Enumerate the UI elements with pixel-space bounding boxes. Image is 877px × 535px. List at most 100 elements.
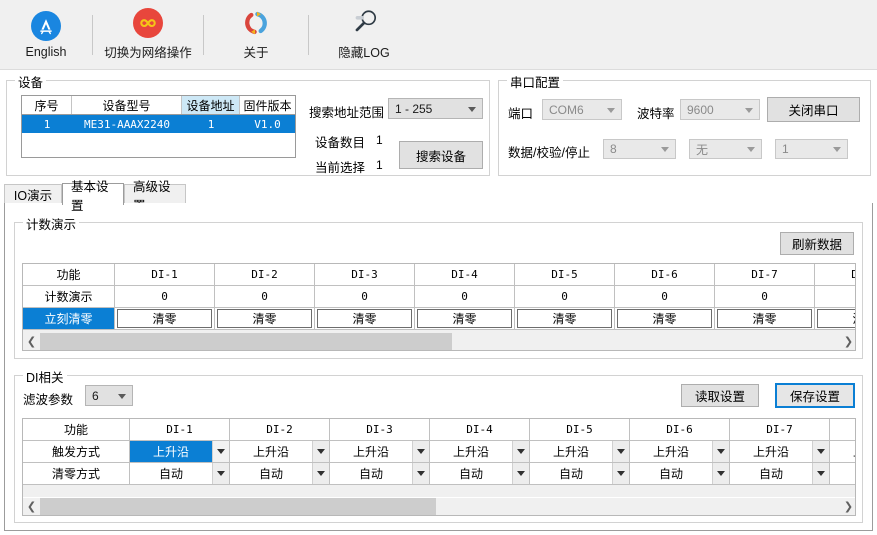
filter-param-combo[interactable]: 6 xyxy=(85,385,133,406)
clear-cell-di-2[interactable]: 清零 xyxy=(215,308,315,330)
counter-row-label-clear[interactable]: 立刻清零 xyxy=(23,308,115,330)
trigger-cell-di-1[interactable]: 上升沿 xyxy=(130,441,230,463)
trigger-combo-di-1[interactable]: 上升沿 xyxy=(130,441,229,462)
clear-cell-di-6[interactable]: 清零 xyxy=(615,308,715,330)
tab-basic-settings[interactable]: 基本设置 xyxy=(62,180,124,213)
search-device-button[interactable]: 搜索设备 xyxy=(399,141,483,169)
refresh-data-button[interactable]: 刷新数据 xyxy=(780,232,854,255)
chevron-down-icon[interactable] xyxy=(612,441,629,462)
chevron-down-icon[interactable] xyxy=(612,463,629,484)
chevron-right-icon[interactable]: ❯ xyxy=(840,333,855,350)
trigger-cell-di-8[interactable]: 上升沿 xyxy=(830,441,855,463)
clearmode-combo-di-5[interactable]: 自动 xyxy=(530,463,629,484)
device-column-model[interactable]: 设备型号 xyxy=(72,96,182,114)
device-column-address[interactable]: 设备地址 xyxy=(182,96,240,114)
clear-cell-di-4[interactable]: 清零 xyxy=(415,308,515,330)
clearmode-combo-di-3[interactable]: 自动 xyxy=(330,463,429,484)
trigger-combo-di-7[interactable]: 上升沿 xyxy=(730,441,829,462)
clearmode-cell-di-3[interactable]: 自动 xyxy=(330,463,430,485)
clearmode-cell-di-8[interactable]: 自动 xyxy=(830,463,855,485)
trigger-cell-di-3[interactable]: 上升沿 xyxy=(330,441,430,463)
toolbar-button-switch-network[interactable]: 切换为网络操作 xyxy=(93,3,203,67)
clear-cell-di-7[interactable]: 清零 xyxy=(715,308,815,330)
chevron-down-icon[interactable] xyxy=(812,441,829,462)
chevron-down-icon[interactable] xyxy=(512,441,529,462)
clearmode-combo-di-4[interactable]: 自动 xyxy=(430,463,529,484)
clear-button-di-3[interactable]: 清零 xyxy=(317,309,412,328)
tab-io-demo[interactable]: IO演示 xyxy=(4,184,62,204)
clearmode-cell-di-7[interactable]: 自动 xyxy=(730,463,830,485)
chevron-down-icon[interactable] xyxy=(312,441,329,462)
device-column-seq[interactable]: 序号 xyxy=(22,96,72,114)
clearmode-cell-di-4[interactable]: 自动 xyxy=(430,463,530,485)
search-range-combo[interactable]: 1 - 255 xyxy=(388,98,483,119)
trigger-combo-di-6[interactable]: 上升沿 xyxy=(630,441,729,462)
device-column-firmware[interactable]: 固件版本 xyxy=(240,96,295,114)
trigger-cell-di-5[interactable]: 上升沿 xyxy=(530,441,630,463)
clear-cell-di-1[interactable]: 清零 xyxy=(115,308,215,330)
counter-scroll-track[interactable] xyxy=(40,333,840,350)
clearmode-combo-di-8[interactable]: 自动 xyxy=(830,463,855,484)
chevron-down-icon[interactable] xyxy=(412,463,429,484)
save-settings-button[interactable]: 保存设置 xyxy=(775,383,855,408)
read-settings-button[interactable]: 读取设置 xyxy=(681,384,759,407)
counter-hscrollbar[interactable]: ❮ ❯ xyxy=(23,333,855,350)
chevron-left-icon[interactable]: ❮ xyxy=(23,498,40,515)
chevron-down-icon[interactable] xyxy=(512,463,529,484)
di-header-di-6: DI-6 xyxy=(630,419,730,441)
di-hscrollbar[interactable]: ❮ ❯ xyxy=(23,498,855,515)
clear-cell-di-3[interactable]: 清零 xyxy=(315,308,415,330)
trigger-combo-di-2[interactable]: 上升沿 xyxy=(230,441,329,462)
stop-bits-combo[interactable]: 1 xyxy=(775,139,848,159)
clear-button-di-1[interactable]: 清零 xyxy=(117,309,212,328)
chevron-down-icon[interactable] xyxy=(712,441,729,462)
clearmode-cell-di-6[interactable]: 自动 xyxy=(630,463,730,485)
di-scroll-track[interactable] xyxy=(40,498,840,515)
parity-combo[interactable]: 无 xyxy=(689,139,762,159)
data-bits-combo[interactable]: 8 xyxy=(603,139,676,159)
clear-button-di-5[interactable]: 清零 xyxy=(517,309,612,328)
close-serial-button[interactable]: 关闭串口 xyxy=(767,97,860,122)
device-table[interactable]: 序号 设备型号 设备地址 固件版本 1 ME31-AAAX2240 1 V1.0 xyxy=(21,95,296,158)
clearmode-combo-di-2[interactable]: 自动 xyxy=(230,463,329,484)
trigger-cell-di-2[interactable]: 上升沿 xyxy=(230,441,330,463)
chevron-down-icon[interactable] xyxy=(212,441,229,462)
trigger-cell-di-4[interactable]: 上升沿 xyxy=(430,441,530,463)
toolbar-button-about[interactable]: 关于 xyxy=(204,3,308,67)
chevron-right-icon[interactable]: ❯ xyxy=(840,498,855,515)
clear-cell-di-5[interactable]: 清零 xyxy=(515,308,615,330)
clearmode-cell-di-2[interactable]: 自动 xyxy=(230,463,330,485)
chevron-down-icon[interactable] xyxy=(812,463,829,484)
clearmode-combo-di-1[interactable]: 自动 xyxy=(130,463,229,484)
counter-scroll-thumb[interactable] xyxy=(40,333,452,350)
port-combo[interactable]: COM6 xyxy=(542,99,622,120)
chevron-down-icon[interactable] xyxy=(712,463,729,484)
trigger-combo-di-8[interactable]: 上升沿 xyxy=(830,441,855,462)
trigger-combo-di-4[interactable]: 上升沿 xyxy=(430,441,529,462)
chevron-down-icon[interactable] xyxy=(412,441,429,462)
clear-button-di-7[interactable]: 清零 xyxy=(717,309,812,328)
baud-combo[interactable]: 9600 xyxy=(680,99,760,120)
chevron-down-icon[interactable] xyxy=(212,463,229,484)
clear-button-di-8[interactable]: 清零 xyxy=(817,309,855,328)
clear-button-di-6[interactable]: 清零 xyxy=(617,309,712,328)
trigger-combo-di-5[interactable]: 上升沿 xyxy=(530,441,629,462)
tab-advanced-settings[interactable]: 高级设置 xyxy=(124,180,186,213)
di-scroll-thumb[interactable] xyxy=(40,498,436,515)
clearmode-cell-di-5[interactable]: 自动 xyxy=(530,463,630,485)
clear-button-di-4[interactable]: 清零 xyxy=(417,309,512,328)
clearmode-cell-di-1[interactable]: 自动 xyxy=(130,463,230,485)
device-table-row[interactable]: 1 ME31-AAAX2240 1 V1.0 xyxy=(22,115,295,133)
clear-cell-di-8[interactable]: 清零 xyxy=(815,308,855,330)
toolbar-button-hide-log[interactable]: 隐藏LOG xyxy=(309,3,419,67)
trigger-combo-di-3[interactable]: 上升沿 xyxy=(330,441,429,462)
trigger-cell-di-6[interactable]: 上升沿 xyxy=(630,441,730,463)
toolbar-button-language[interactable]: English xyxy=(0,3,92,67)
clearmode-combo-di-7[interactable]: 自动 xyxy=(730,463,829,484)
chevron-left-icon[interactable]: ❮ xyxy=(23,333,40,350)
trigger-cell-di-7[interactable]: 上升沿 xyxy=(730,441,830,463)
di-grid-filler xyxy=(23,485,855,497)
clear-button-di-2[interactable]: 清零 xyxy=(217,309,312,328)
chevron-down-icon[interactable] xyxy=(312,463,329,484)
clearmode-combo-di-6[interactable]: 自动 xyxy=(630,463,729,484)
